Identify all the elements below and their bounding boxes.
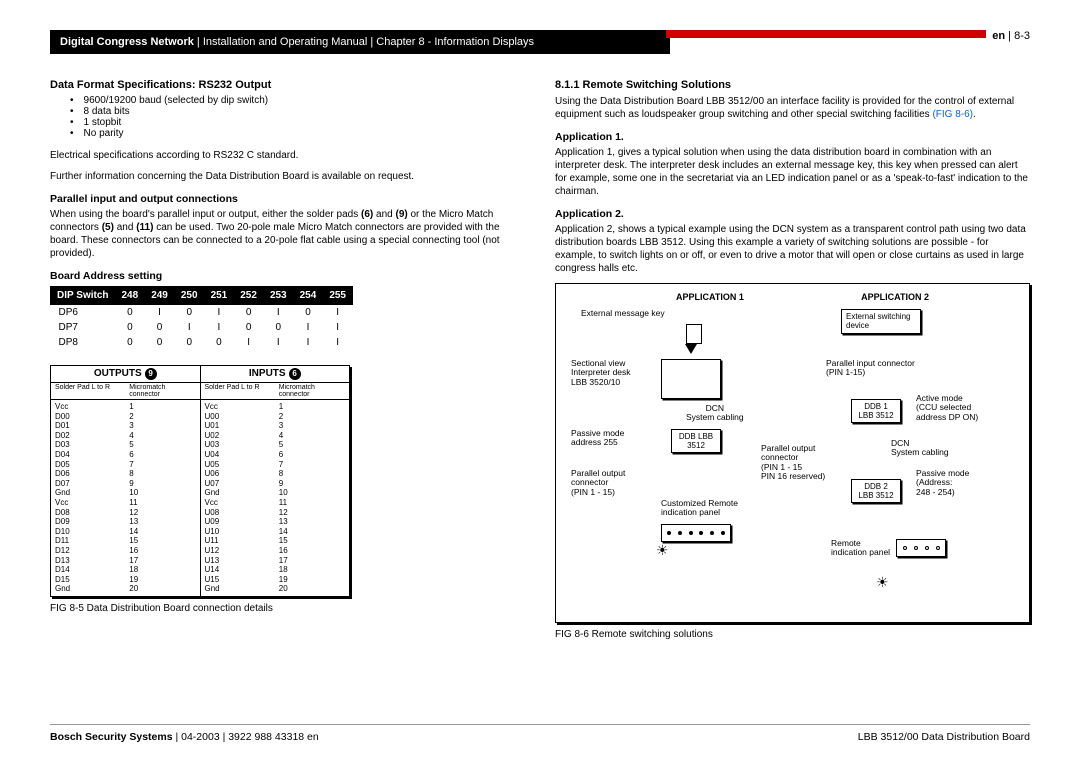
app2-label: APPLICATION 2 bbox=[861, 292, 929, 302]
label-interpreter-desk: Sectional view Interpreter desk LBB 3520… bbox=[571, 359, 631, 387]
label-parallel-out: Parallel output connector (PIN 1 - 15) bbox=[571, 469, 625, 497]
outputs-badge: 9 bbox=[145, 368, 157, 380]
heading-data-format: Data Format Specifications: RS232 Output bbox=[50, 79, 525, 91]
red-accent-bar bbox=[666, 30, 986, 38]
para-electrical: Electrical specifications according to R… bbox=[50, 149, 525, 162]
heading-parallel: Parallel input and output connections bbox=[50, 193, 525, 205]
page-header: Digital Congress Network | Installation … bbox=[50, 30, 1030, 54]
label-custom-panel: Customized Remote indication panel bbox=[661, 499, 738, 518]
indication-panel-2 bbox=[896, 539, 946, 557]
label-dcn2: DCN System cabling bbox=[891, 439, 949, 458]
ext-switch-box: External switching device bbox=[841, 309, 921, 334]
page-number: en | 8-3 bbox=[992, 30, 1030, 42]
para-further: Further information concerning the Data … bbox=[50, 170, 525, 183]
heading-board-address: Board Address setting bbox=[50, 270, 525, 282]
label-parallel-out2: Parallel output connector (PIN 1 - 15 PI… bbox=[761, 444, 825, 481]
indication-panel-1 bbox=[661, 524, 731, 542]
para-app2: Application 2, shows a typical example u… bbox=[555, 223, 1030, 275]
label-passive-mode: Passive mode address 255 bbox=[571, 429, 624, 448]
arrow-down-icon bbox=[686, 324, 702, 344]
label-remote-panel: Remote indication panel bbox=[831, 539, 890, 558]
heading-app2: Application 2. bbox=[555, 208, 1030, 220]
inputs-badge: 6 bbox=[289, 368, 301, 380]
label-dcn-cabling: DCN System cabling bbox=[686, 404, 744, 423]
page-footer: Bosch Security Systems | 04-2003 | 3922 … bbox=[50, 724, 1030, 743]
header-banner: Digital Congress Network | Installation … bbox=[50, 30, 670, 54]
right-column: 8.1.1 Remote Switching Solutions Using t… bbox=[555, 79, 1030, 640]
fig-8-6-diagram: APPLICATION 1 APPLICATION 2 External mes… bbox=[555, 283, 1030, 623]
fig-8-6-caption: FIG 8-6 Remote switching solutions bbox=[555, 629, 1030, 640]
fig-8-5-caption: FIG 8-5 Data Distribution Board connecti… bbox=[50, 603, 525, 614]
io-connections-box: OUTPUTS9 INPUTS6 Solder Pad L to R Micro… bbox=[50, 365, 350, 597]
para-app1: Application 1, gives a typical solution … bbox=[555, 146, 1030, 198]
app1-label: APPLICATION 1 bbox=[676, 292, 744, 302]
sun-icon-2: ☀ bbox=[876, 574, 889, 591]
ddb-box: DDB LBB 3512 bbox=[671, 429, 721, 453]
label-ext-msg-key: External message key bbox=[581, 309, 665, 318]
heading-app1: Application 1. bbox=[555, 131, 1030, 143]
label-parallel-in: Parallel input connector (PIN 1-15) bbox=[826, 359, 915, 378]
para-parallel: When using the board's parallel input or… bbox=[50, 208, 525, 260]
dip-switch-table: DIP Switch248249250251252253254255 DP60I… bbox=[50, 286, 353, 350]
sun-icon: ☀ bbox=[656, 542, 669, 559]
para-remote1: Using the Data Distribution Board LBB 35… bbox=[555, 95, 1030, 121]
heading-remote-switching: 8.1.1 Remote Switching Solutions bbox=[555, 79, 1030, 91]
label-passive2: Passive mode (Address: 248 - 254) bbox=[916, 469, 969, 497]
ddb2-box: DDB 2 LBB 3512 bbox=[851, 479, 901, 503]
left-column: Data Format Specifications: RS232 Output… bbox=[50, 79, 525, 640]
label-active-mode: Active mode (CCU selected address DP ON) bbox=[916, 394, 978, 422]
interp-desk-box bbox=[661, 359, 721, 399]
ddb1-box: DDB 1 LBB 3512 bbox=[851, 399, 901, 423]
spec-list: 9600/19200 baud (selected by dip switch)… bbox=[50, 95, 525, 139]
